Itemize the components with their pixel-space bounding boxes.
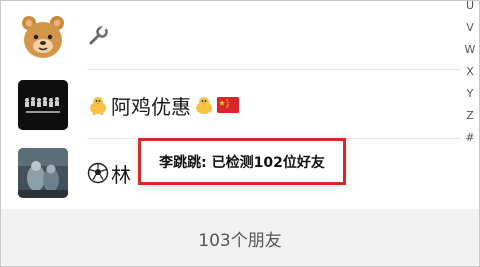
bear-avatar — [18, 11, 68, 61]
group-photo-avatar — [18, 80, 68, 130]
alphabet-index-bar[interactable]: U V W X Y Z # — [463, 1, 477, 149]
index-letter[interactable]: X — [466, 61, 474, 83]
index-letter[interactable]: Z — [466, 105, 474, 127]
chick-icon — [87, 94, 109, 116]
index-letter[interactable]: V — [466, 17, 474, 39]
divider — [87, 69, 461, 70]
wrench-icon — [87, 25, 109, 47]
contact-row[interactable]: 阿鸡优惠 — [1, 72, 461, 138]
contacts-screen: 阿鸡优惠 林 U V W X Y Z # 103个朋友 李跳跳: 已检测102位… — [0, 0, 480, 267]
index-letter[interactable]: Y — [467, 83, 474, 105]
contact-name-text: 林 — [111, 162, 131, 187]
contact-name — [87, 25, 111, 47]
contact-name: 阿鸡优惠 — [87, 91, 239, 120]
china-flag-icon — [217, 97, 239, 113]
contact-name: 林 — [87, 159, 131, 188]
toast-text: 李跳跳: 已检测102位好友 — [159, 154, 325, 171]
toast-notification: 李跳跳: 已检测102位好友 — [138, 138, 346, 185]
index-letter[interactable]: U — [466, 1, 474, 17]
friend-count-footer: 103个朋友 — [1, 209, 479, 266]
contact-row[interactable] — [1, 3, 461, 69]
contact-name-text: 阿鸡优惠 — [111, 94, 191, 119]
photo-avatar — [18, 148, 68, 198]
friend-count-text: 103个朋友 — [198, 231, 282, 251]
soccer-ball-icon — [87, 162, 109, 184]
chick-icon — [193, 94, 215, 116]
index-letter[interactable]: # — [465, 127, 474, 149]
index-letter[interactable]: W — [465, 39, 476, 61]
